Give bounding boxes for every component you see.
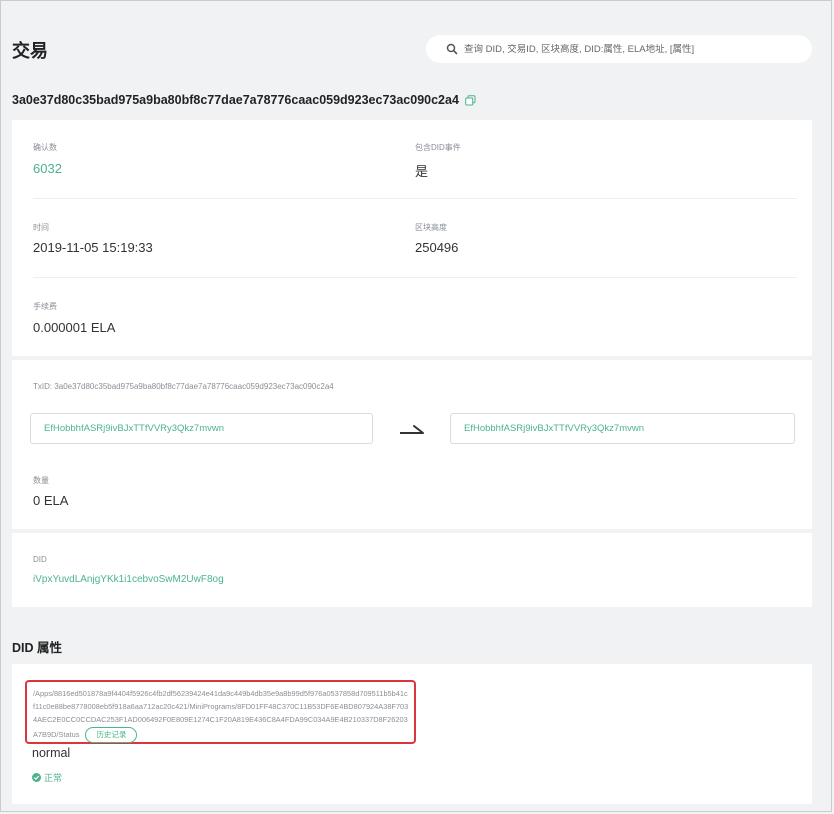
confirmations-label: 确认数 — [33, 143, 57, 152]
attribute-value: normal — [32, 746, 71, 760]
transaction-details-card: 确认数 6032 包含DID事件 是 时间 2019-11-05 15:19:3… — [12, 120, 812, 356]
status-text: 正常 — [44, 773, 63, 783]
attribute-path-text: /Apps/8816ed501878a9f4404f5926c4fb2df562… — [33, 687, 409, 743]
history-button[interactable]: 历史记录 — [85, 726, 138, 743]
block-height-value: 250496 — [415, 240, 459, 255]
app-frame: 交易 3a0e37d80c35bad975a9ba80bf8c77dae7a78… — [0, 0, 832, 812]
amount-value: 0 ELA — [33, 493, 69, 508]
status-badge: 正常 — [32, 771, 62, 784]
did-attributes-title: DID 属性 — [12, 641, 63, 655]
time-label: 时间 — [33, 223, 49, 232]
page-title: 交易 — [12, 41, 48, 61]
block-height-label: 区块高度 — [415, 223, 447, 232]
from-address[interactable]: EfHobbhfASRj9ivBJxTTfVVRy3Qkz7mvwn — [30, 413, 373, 444]
check-circle-icon — [32, 773, 41, 782]
did-label: DID — [33, 555, 47, 564]
did-value[interactable]: iVpxYuvdLAnjgYKk1i1cebvoSwM2UwF8og — [33, 574, 224, 585]
to-address[interactable]: EfHobbhfASRj9ivBJxTTfVVRy3Qkz7mvwn — [450, 413, 795, 444]
search-bar[interactable] — [426, 35, 812, 63]
arrow-right-icon — [399, 422, 425, 436]
confirmations-value: 6032 — [33, 161, 62, 176]
txid-line: TxID: 3a0e37d80c35bad975a9ba80bf8c77dae7… — [33, 382, 334, 391]
fee-value: 0.000001 ELA — [33, 320, 116, 335]
amount-label: 数量 — [33, 476, 49, 485]
time-value: 2019-11-05 15:19:33 — [33, 240, 153, 255]
divider — [33, 277, 797, 278]
transaction-hash-heading: 3a0e37d80c35bad975a9ba80bf8c77dae7a78776… — [12, 93, 476, 107]
copy-icon[interactable] — [465, 94, 476, 106]
search-input[interactable] — [464, 43, 784, 55]
did-card: DID iVpxYuvdLAnjgYKk1i1cebvoSwM2UwF8og — [12, 533, 812, 607]
contains-did-value: 是 — [415, 164, 429, 179]
fee-label: 手续费 — [33, 302, 57, 311]
search-icon — [446, 43, 458, 55]
transfer-card: TxID: 3a0e37d80c35bad975a9ba80bf8c77dae7… — [12, 360, 812, 529]
transaction-hash: 3a0e37d80c35bad975a9ba80bf8c77dae7a78776… — [12, 93, 459, 107]
attribute-path-box: /Apps/8816ed501878a9f4404f5926c4fb2df562… — [25, 680, 416, 744]
divider — [33, 198, 797, 199]
contains-did-label: 包含DID事件 — [415, 143, 461, 152]
